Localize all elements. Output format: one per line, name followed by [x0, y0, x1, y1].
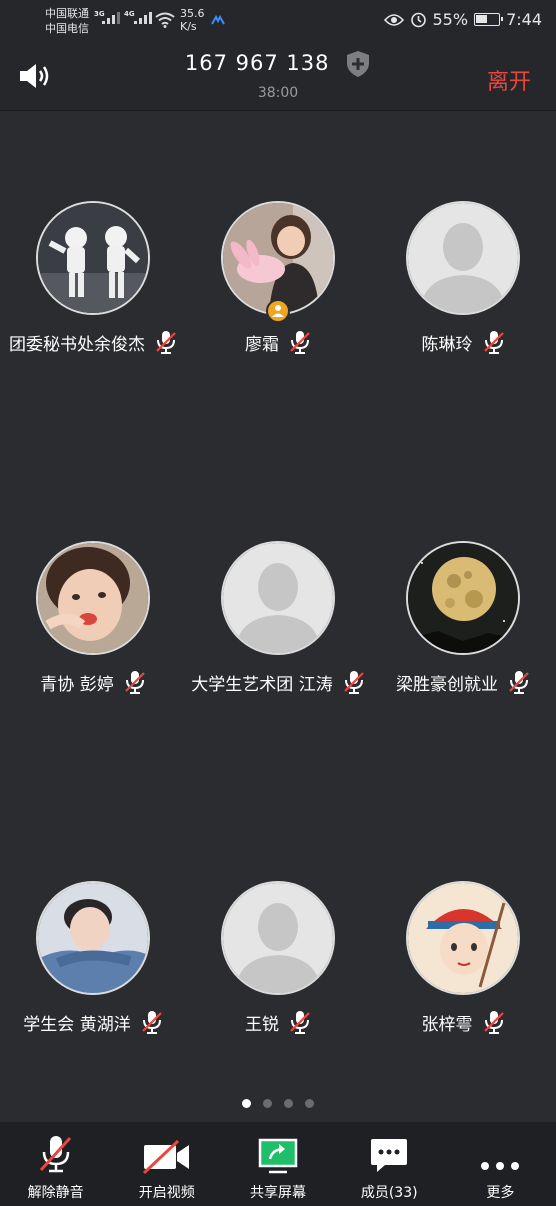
participant-tile[interactable]: 陈琳玲: [370, 201, 556, 355]
muted-mic-icon: [289, 1009, 311, 1035]
alarm-icon: [410, 12, 426, 28]
participant-tile[interactable]: 青协 彭婷: [0, 541, 186, 695]
members-label: 成员(33): [360, 1185, 418, 1201]
security-shield-icon[interactable]: [345, 50, 371, 78]
muted-mic-icon: [289, 329, 311, 355]
page-dot[interactable]: [305, 1099, 314, 1108]
participant-name: 大学生艺术团 江涛: [191, 674, 333, 695]
more-label: 更多: [486, 1185, 515, 1201]
start-video-label: 开启视频: [138, 1185, 195, 1201]
participant-name-row: 张梓雩: [370, 1009, 556, 1035]
meeting-timer: 38:00: [257, 85, 299, 101]
participant-name: 陈琳玲: [421, 334, 473, 355]
bottom-toolbar: 解除静音 开启视频 共享屏幕 成员(33) 更多: [0, 1122, 556, 1206]
avatar: [221, 541, 335, 655]
muted-mic-icon: [39, 1136, 71, 1173]
battery-percent: 55%: [432, 10, 469, 29]
participant-name: 梁胜豪创就业: [396, 674, 498, 695]
page-dot[interactable]: [284, 1099, 293, 1108]
participant-name: 学生会 黄湖洋: [23, 1014, 131, 1035]
participant-name-row: 青协 彭婷: [0, 669, 186, 695]
participant-tile[interactable]: 大学生艺术团 江涛: [185, 541, 371, 695]
participant-name: 王锐: [245, 1014, 279, 1035]
page-indicator: [0, 1099, 556, 1108]
app-notification-icon: [211, 15, 225, 25]
status-right: 55% 7:44: [383, 10, 542, 29]
meeting-header: 167 967 138 38:00 离开: [0, 40, 556, 111]
avatar: [406, 881, 520, 995]
participant-tile[interactable]: 张梓雩: [370, 881, 556, 1035]
share-screen-button[interactable]: 共享屏幕: [222, 1122, 333, 1206]
muted-mic-icon: [124, 669, 146, 695]
avatar: [221, 201, 335, 315]
eye-icon: [383, 13, 404, 26]
battery-icon: [474, 13, 504, 26]
participant-tile[interactable]: 王锐: [185, 881, 371, 1035]
clock: 7:44: [506, 10, 542, 29]
speed-value: 35.6: [180, 7, 205, 20]
muted-mic-icon: [508, 669, 530, 695]
participant-name: 青协 彭婷: [40, 674, 114, 695]
more-button[interactable]: 更多: [445, 1122, 556, 1206]
avatar: [406, 201, 520, 315]
start-video-button[interactable]: 开启视频: [111, 1122, 222, 1206]
avatar: [36, 201, 150, 315]
participant-tile[interactable]: 梁胜豪创就业: [370, 541, 556, 695]
share-screen-icon: [258, 1138, 298, 1174]
avatar: [36, 881, 150, 995]
participant-name: 张梓雩: [421, 1014, 473, 1035]
network-speed: 35.6 K/s: [180, 7, 205, 33]
signal-icon-2: [134, 12, 152, 24]
avatar: [406, 541, 520, 655]
meeting-id-row[interactable]: 167 967 138: [0, 50, 556, 78]
chat-bubble-icon: [371, 1139, 408, 1172]
muted-mic-icon: [141, 1009, 163, 1035]
unmute-label: 解除静音: [27, 1185, 84, 1201]
carrier-2: 中国电信: [45, 22, 89, 35]
avatar: [221, 881, 335, 995]
participant-name-row: 陈琳玲: [370, 329, 556, 355]
muted-mic-icon: [483, 329, 505, 355]
muted-mic-icon: [483, 1009, 505, 1035]
unmute-button[interactable]: 解除静音: [0, 1122, 111, 1206]
video-off-icon: [142, 1140, 189, 1174]
signal-icon: [102, 12, 120, 24]
speed-unit: K/s: [180, 20, 197, 33]
members-button[interactable]: 成员(33): [334, 1122, 445, 1206]
muted-mic-icon: [155, 329, 177, 355]
avatar: [36, 541, 150, 655]
participant-name-row: 团委秘书处余俊杰: [0, 329, 186, 355]
share-screen-label: 共享屏幕: [250, 1185, 306, 1201]
meeting-id: 167 967 138: [184, 51, 330, 75]
carrier-labels: 中国联通 中国电信: [45, 6, 89, 36]
participant-name-row: 廖霜: [185, 329, 371, 355]
participant-name-row: 学生会 黄湖洋: [0, 1009, 186, 1035]
participant-name-row: 梁胜豪创就业: [370, 669, 556, 695]
leave-button[interactable]: 离开: [487, 64, 531, 96]
participant-name-row: 大学生艺术团 江涛: [185, 669, 371, 695]
carrier-1: 中国联通: [45, 7, 89, 20]
participant-name: 团委秘书处余俊杰: [9, 334, 145, 355]
page-dot[interactable]: [263, 1099, 272, 1108]
page-dot[interactable]: [242, 1099, 251, 1108]
participant-tile[interactable]: 廖霜: [185, 201, 371, 355]
wifi-icon: [155, 12, 175, 28]
status-bar: 中国联通 中国电信 3G 4G 35.6 K/s 55% 7:44: [0, 0, 556, 40]
participant-tile[interactable]: 学生会 黄湖洋: [0, 881, 186, 1035]
participant-tile[interactable]: 团委秘书处余俊杰: [0, 201, 186, 355]
muted-mic-icon: [343, 669, 365, 695]
participant-name-row: 王锐: [185, 1009, 371, 1035]
participant-name: 廖霜: [245, 334, 279, 355]
more-dots-icon: [481, 1162, 520, 1170]
host-badge-icon: [266, 299, 290, 323]
